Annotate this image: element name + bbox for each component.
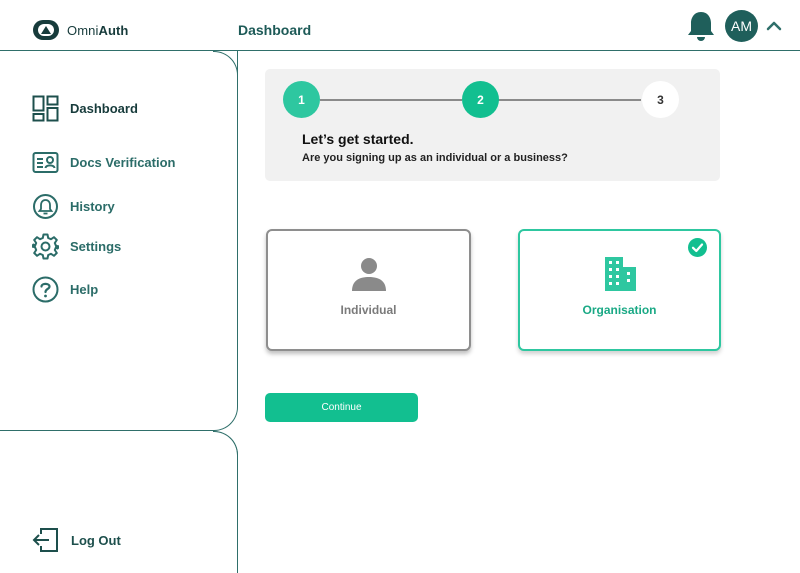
sidebar-item-help[interactable]: Help <box>32 276 98 303</box>
logout-label: Log Out <box>71 532 121 548</box>
selected-check-icon <box>688 238 707 257</box>
page-title: Dashboard <box>238 22 312 38</box>
step-1-indicator: 1 <box>283 81 320 118</box>
sidebar-item-dashboard[interactable]: Dashboard <box>32 95 138 122</box>
step-heading: Let’s get started. <box>302 131 414 147</box>
omniauth-logo-icon <box>33 20 59 40</box>
step-subheading: Are you signing up as an individual or a… <box>302 152 568 164</box>
organisation-option-card[interactable]: Organisation <box>518 229 721 351</box>
continue-button[interactable]: Continue <box>265 393 418 422</box>
chevron-up-icon[interactable] <box>765 19 783 33</box>
app-logo[interactable]: OmniAuth <box>32 19 128 41</box>
individual-option-label: Individual <box>340 303 397 317</box>
building-icon <box>604 257 636 291</box>
sidebar-item-label: Dashboard <box>70 101 138 116</box>
question-circle-icon <box>32 276 59 303</box>
organisation-option-label: Organisation <box>582 303 657 317</box>
step-2-indicator: 2 <box>462 81 499 118</box>
bell-circle-icon <box>33 194 58 219</box>
person-icon <box>351 258 386 291</box>
step-connector-2 <box>498 99 641 101</box>
sidebar-item-label: Docs Verification <box>70 155 176 170</box>
sidebar-item-label: History <box>70 199 115 214</box>
gear-icon <box>32 233 59 260</box>
id-card-icon <box>32 152 59 173</box>
step-3-indicator: 3 <box>642 81 679 118</box>
sidebar-item-settings[interactable]: Settings <box>32 233 121 260</box>
app-name: OmniAuth <box>67 22 129 38</box>
sidebar-item-label: Help <box>70 282 99 297</box>
individual-option-card[interactable]: Individual <box>266 229 471 351</box>
notifications-bell-icon[interactable] <box>686 10 716 42</box>
step-connector-1 <box>320 99 462 101</box>
logout-icon <box>32 528 58 552</box>
signup-stepper-panel: 1 2 3 Let’s get started. Are you signing… <box>265 69 720 181</box>
dashboard-grid-icon <box>32 95 59 122</box>
sidebar-item-label: Settings <box>70 239 122 254</box>
sidebar-item-docs-verification[interactable]: Docs Verification <box>32 149 175 176</box>
logout-button[interactable]: Log Out <box>32 527 121 553</box>
top-header: OmniAuth Dashboard AM <box>0 0 800 51</box>
sidebar-item-history[interactable]: History <box>32 193 115 220</box>
user-avatar[interactable]: AM <box>725 10 758 42</box>
